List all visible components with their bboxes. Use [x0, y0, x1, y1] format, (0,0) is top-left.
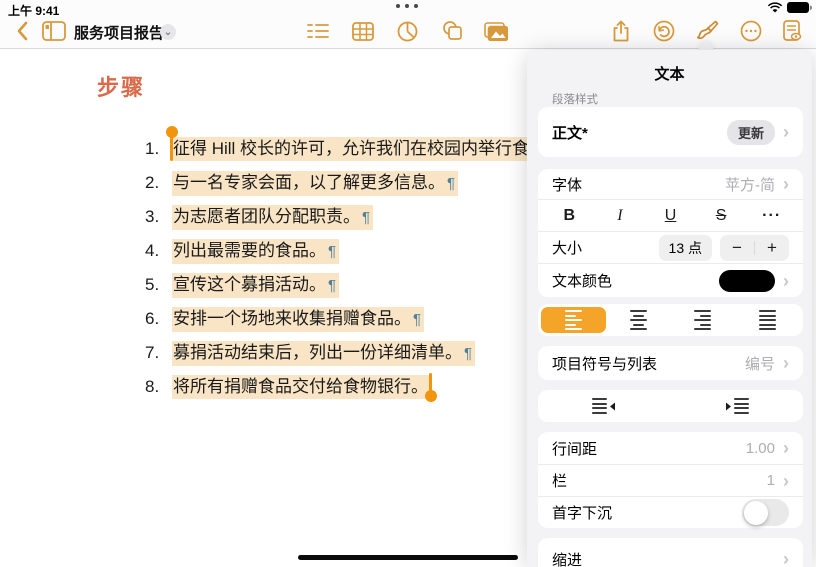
document-view-icon[interactable]: [778, 17, 806, 45]
size-row: 大小 13 点 − +: [538, 231, 803, 263]
format-brush-icon[interactable]: [693, 17, 721, 45]
chevron-right-icon: ›: [783, 472, 789, 490]
status-bar: 上午 9:41: [0, 0, 816, 16]
drop-cap-toggle[interactable]: [742, 499, 789, 526]
size-increase-button[interactable]: +: [755, 238, 789, 258]
more-options-icon[interactable]: [737, 17, 765, 45]
chevron-right-icon: ›: [783, 550, 789, 567]
text-color-row[interactable]: 文本颜色 ›: [538, 263, 803, 297]
bullets-row[interactable]: 项目符号与列表 编号 ›: [538, 346, 803, 380]
pilcrow-mark: ¶: [462, 345, 472, 362]
back-button[interactable]: [8, 17, 36, 45]
font-card: 字体 苹方-简 › B I U S ··· 大小 13 点 − + 文本颜色 ›: [538, 169, 803, 297]
table-insert-icon[interactable]: [349, 17, 377, 45]
alignment-card: [538, 304, 803, 336]
media-insert-icon[interactable]: [482, 17, 510, 45]
align-center-button[interactable]: [606, 307, 671, 333]
spacing-card: 行间距 1.00 › 栏 1 › 首字下沉: [538, 432, 803, 528]
align-right-button[interactable]: [671, 307, 736, 333]
italic-button[interactable]: I: [595, 207, 646, 225]
clock: 上午 9:41: [8, 2, 59, 19]
chevron-right-icon: ›: [783, 272, 789, 290]
format-panel: 文本 段落样式 正文* 更新 › 字体 苹方-简 › B I U S ··· 大…: [527, 50, 812, 567]
drop-cap-row: 首字下沉: [538, 496, 803, 528]
pilcrow-mark: ¶: [326, 243, 336, 260]
home-indicator[interactable]: [298, 555, 518, 560]
battery-icon: [787, 2, 812, 14]
chevron-right-icon: ›: [783, 123, 789, 141]
pilcrow-mark: ¶: [360, 209, 370, 226]
indent-settings-row[interactable]: 缩进 ›: [538, 538, 803, 567]
paragraph-style-card: 正文* 更新 ›: [538, 107, 803, 157]
size-decrease-button[interactable]: −: [720, 238, 754, 258]
title-menu-chevron-icon[interactable]: ⌄: [160, 24, 176, 40]
wifi-icon: [767, 2, 783, 14]
multitask-indicator-icon[interactable]: [396, 4, 418, 8]
indent-icon[interactable]: [671, 398, 804, 414]
font-size-stepper: − +: [720, 235, 789, 261]
shape-insert-icon[interactable]: [438, 17, 466, 45]
line-spacing-row[interactable]: 行间距 1.00 ›: [538, 432, 803, 464]
align-left-button[interactable]: [541, 307, 606, 333]
chevron-right-icon: ›: [783, 439, 789, 457]
pilcrow-mark: ¶: [411, 311, 421, 328]
underline-button[interactable]: U: [645, 207, 696, 225]
outdent-icon[interactable]: [538, 398, 671, 414]
columns-row[interactable]: 栏 1 ›: [538, 464, 803, 496]
text-color-swatch[interactable]: [719, 270, 775, 292]
font-row[interactable]: 字体 苹方-简 ›: [538, 169, 803, 199]
document-title[interactable]: 服务项目报告: [74, 22, 164, 43]
undo-icon[interactable]: [650, 17, 678, 45]
more-text-options-button[interactable]: ···: [746, 207, 797, 225]
font-size-value[interactable]: 13 点: [659, 235, 712, 261]
strikethrough-button[interactable]: S: [696, 207, 747, 225]
share-icon[interactable]: [607, 17, 635, 45]
update-style-button[interactable]: 更新: [727, 120, 775, 145]
pilcrow-mark: ¶: [326, 277, 336, 294]
text-style-row: B I U S ···: [538, 199, 803, 231]
chevron-right-icon: ›: [783, 354, 789, 372]
align-justify-button[interactable]: [735, 307, 800, 333]
section-heading[interactable]: 步骤: [97, 70, 145, 102]
chevron-right-icon: ›: [783, 175, 789, 193]
chart-insert-icon[interactable]: [393, 17, 421, 45]
pilcrow-mark: ¶: [445, 175, 455, 192]
indent-settings-card: 缩进 ›: [538, 538, 803, 567]
paragraph-style-row[interactable]: 正文* 更新 ›: [538, 107, 803, 157]
list-insert-icon[interactable]: [304, 17, 332, 45]
indent-card: [538, 390, 803, 422]
paragraph-style-label: 段落样式: [552, 91, 598, 107]
sidebar-thumbnails-icon[interactable]: [40, 17, 68, 45]
bullets-card: 项目符号与列表 编号 ›: [538, 346, 803, 380]
bold-button[interactable]: B: [544, 207, 595, 225]
panel-title: 文本: [527, 63, 812, 84]
